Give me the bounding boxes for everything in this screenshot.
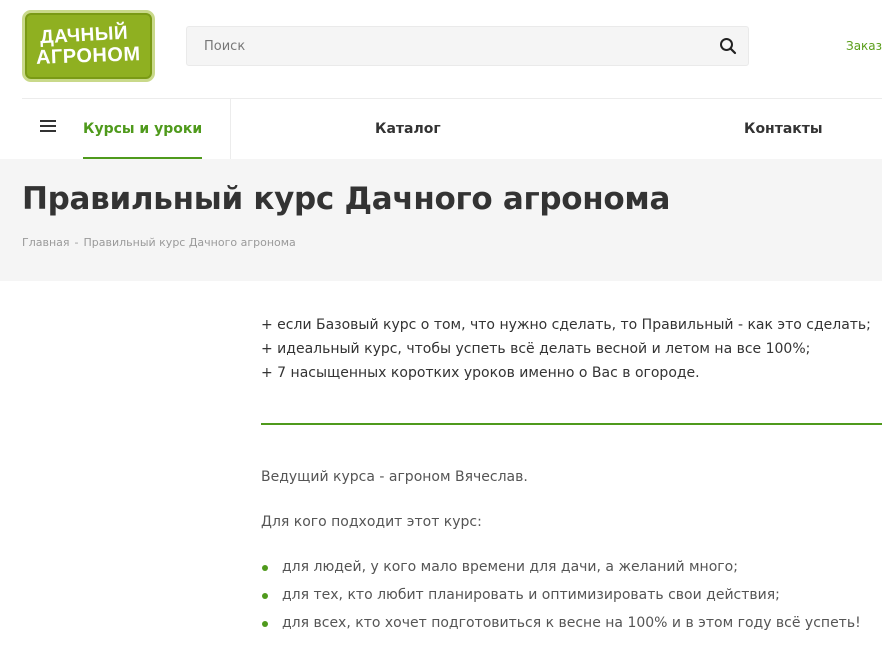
nav-item-catalog[interactable]: Каталог xyxy=(375,98,441,159)
course-host: Ведущий курса - агроном Вячеслав. xyxy=(261,469,528,485)
site-logo[interactable]: ДАЧНЫЙ АГРОНОМ xyxy=(22,10,155,82)
list-item: для всех, кто хочет подготовиться к весн… xyxy=(261,612,861,640)
list-item: для людей, у кого мало времени для дачи,… xyxy=(261,556,861,584)
breadcrumb-home[interactable]: Главная xyxy=(22,236,70,249)
main-nav: Курсы и уроки Каталог Контакты xyxy=(0,98,882,159)
logo-line-2: АГРОНОМ xyxy=(35,43,142,69)
search-box xyxy=(186,26,749,66)
search-button[interactable] xyxy=(708,27,748,65)
page-title-band: Правильный курс Дачного агронома Главная… xyxy=(0,159,882,281)
audience-list: для людей, у кого мало времени для дачи,… xyxy=(261,556,861,640)
list-item: для тех, кто любит планировать и оптимиз… xyxy=(261,584,861,612)
list-item-text: для тех, кто любит планировать и оптимиз… xyxy=(282,587,780,603)
course-intro: + если Базовый курс о том, что нужно сде… xyxy=(261,313,882,385)
intro-line: + 7 насыщенных коротких уроков именно о … xyxy=(261,365,700,381)
list-item-text: для людей, у кого мало времени для дачи,… xyxy=(282,559,738,575)
audience-heading: Для кого подходит этот курс: xyxy=(261,514,482,530)
nav-item-contacts[interactable]: Контакты xyxy=(744,98,823,159)
search-icon xyxy=(720,38,737,55)
breadcrumb-current: Правильный курс Дачного агронома xyxy=(83,236,296,249)
breadcrumb: Главная - Правильный курс Дачного агронома xyxy=(22,236,296,249)
intro-line: + если Базовый курс о том, что нужно сде… xyxy=(261,317,871,333)
nav-separator xyxy=(230,99,231,159)
breadcrumb-separator: - xyxy=(74,236,79,249)
intro-line: + идеальный курс, чтобы успеть всё делат… xyxy=(261,341,811,357)
bullet-icon xyxy=(262,565,268,571)
nav-item-courses[interactable]: Курсы и уроки xyxy=(83,98,203,159)
content-divider xyxy=(261,423,882,425)
list-item-text: для всех, кто хочет подготовиться к весн… xyxy=(282,615,861,631)
search-input[interactable] xyxy=(187,38,708,54)
page-title: Правильный курс Дачного агронома xyxy=(22,181,671,217)
site-header: ДАЧНЫЙ АГРОНОМ Заказ xyxy=(0,0,882,98)
order-link[interactable]: Заказ xyxy=(846,39,882,53)
menu-burger-icon[interactable] xyxy=(40,120,56,134)
bullet-icon xyxy=(262,621,268,627)
bullet-icon xyxy=(262,593,268,599)
